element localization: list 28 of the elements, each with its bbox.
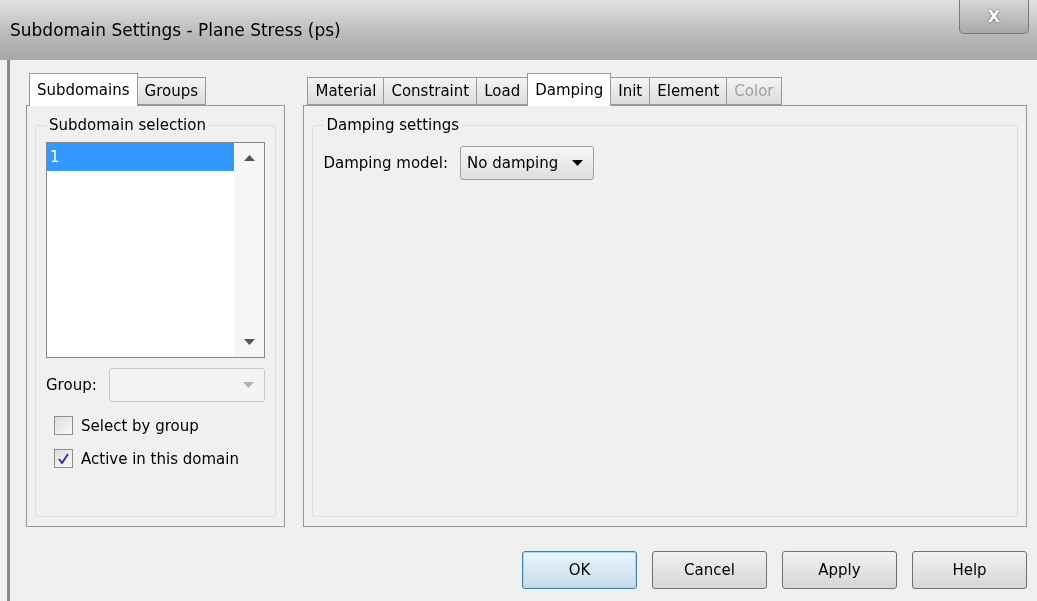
dropdown-arrow-icon [572, 160, 584, 166]
checkmark-icon [58, 453, 69, 464]
dialog-button[interactable]: Cancel [652, 551, 767, 589]
tab[interactable]: Init [610, 77, 651, 105]
group-label: Group: [46, 376, 97, 394]
damping-model-dropdown[interactable]: No damping [460, 146, 595, 180]
dialog-button[interactable]: Apply [782, 551, 897, 589]
dropdown-arrow-icon [243, 382, 255, 388]
tab[interactable]: Groups [136, 77, 207, 105]
tab[interactable]: Constraint [383, 77, 478, 105]
group-title: Damping settings [325, 116, 461, 134]
checkbox-label: Active in this domain [81, 449, 239, 468]
tab[interactable]: Element [649, 77, 728, 105]
tab[interactable]: Damping [527, 73, 612, 106]
tab[interactable]: Subdomains [29, 73, 138, 106]
dialog-button[interactable]: OK [522, 551, 637, 589]
dialog-button[interactable]: Help [912, 551, 1027, 589]
window-title: Subdomain Settings - Plane Stress (ps) [10, 20, 341, 40]
group-title: Subdomain selection [48, 116, 207, 134]
scroll-up-icon [243, 155, 255, 161]
tab[interactable]: Material [307, 77, 385, 105]
scrollbar[interactable] [234, 143, 265, 357]
checkbox-label: Select by group [81, 416, 199, 435]
checkbox[interactable] [54, 416, 73, 435]
scroll-down-icon [243, 339, 255, 345]
tab[interactable]: Load [476, 77, 529, 105]
checkbox[interactable] [54, 449, 73, 468]
damping-model-label: Damping model: [323, 154, 449, 172]
